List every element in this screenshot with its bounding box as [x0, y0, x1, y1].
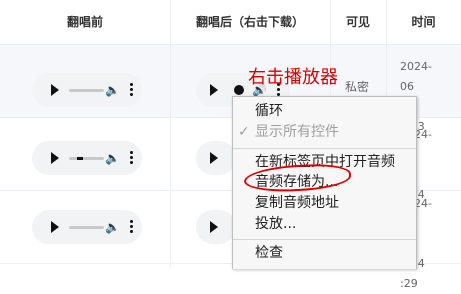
annotation-label: 右击播放器	[248, 67, 338, 88]
header-after: 翻唱后（右击下载）	[195, 15, 304, 29]
volume-icon[interactable]: 🔈	[105, 219, 120, 235]
header-visible: 可见	[345, 15, 370, 29]
more-options-icon[interactable]	[130, 151, 133, 166]
visibility-cell: 私密	[345, 80, 370, 94]
column-divider	[170, 0, 171, 268]
play-icon[interactable]	[51, 84, 59, 96]
volume-icon[interactable]: 🔈	[105, 82, 120, 98]
menu-item-loop[interactable]: 循环	[255, 101, 283, 121]
seek-bar[interactable]	[69, 89, 104, 92]
original-audio-player[interactable]: 🔈	[32, 73, 142, 107]
seek-thumb[interactable]	[234, 85, 244, 95]
checkmark-icon: ✓	[238, 124, 250, 140]
menu-item-open-in-new-tab[interactable]: 在新标签页中打开音频	[255, 152, 395, 172]
context-menu: 循环 ✓ 显示所有控件 在新标签页中打开音频 音频存储为... 复制音频地址 投…	[232, 96, 417, 269]
original-audio-player[interactable]: 🔈	[32, 141, 142, 175]
volume-icon[interactable]: 🔈	[105, 150, 120, 166]
seek-bar[interactable]	[69, 226, 104, 229]
more-options-icon[interactable]	[130, 83, 133, 98]
more-options-icon[interactable]	[130, 220, 133, 235]
menu-item-copy-audio-address[interactable]: 复制音频地址	[255, 193, 339, 213]
time-line: 2024-06	[400, 60, 432, 93]
time-line: :29	[400, 277, 418, 290]
play-icon[interactable]	[210, 84, 218, 96]
play-icon[interactable]	[210, 152, 218, 164]
cover-audio-player[interactable]	[196, 210, 236, 244]
play-icon[interactable]	[51, 152, 59, 164]
original-audio-player[interactable]: 🔈	[32, 210, 142, 244]
play-icon[interactable]	[51, 221, 59, 233]
table-header: 翻唱前 翻唱后（右击下载） 可见 时间	[0, 0, 461, 45]
cover-audio-player[interactable]	[196, 141, 236, 175]
header-before: 翻唱前	[66, 15, 103, 29]
menu-item-show-all-controls: 显示所有控件	[255, 124, 339, 140]
menu-item-cast[interactable]: 投放...	[255, 214, 296, 234]
menu-item-inspect[interactable]: 检查	[255, 243, 283, 263]
menu-separator	[233, 148, 416, 149]
header-time: 时间	[411, 15, 436, 29]
menu-separator	[233, 239, 416, 240]
menu-item-save-audio-as[interactable]: 音频存储为...	[255, 172, 338, 192]
seek-progress	[77, 157, 83, 160]
seek-bar[interactable]	[69, 157, 104, 160]
play-icon[interactable]	[210, 221, 218, 233]
